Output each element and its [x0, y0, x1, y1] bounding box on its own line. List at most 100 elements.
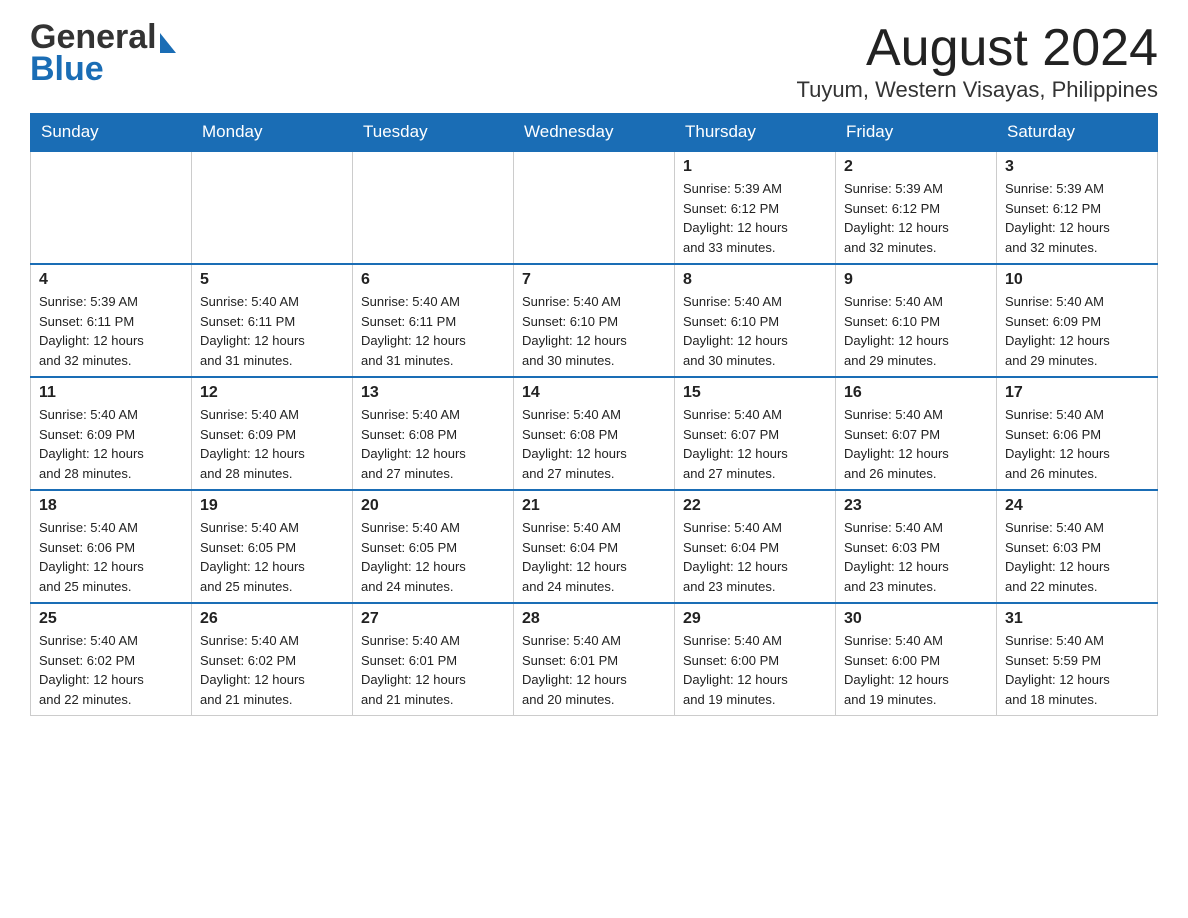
calendar-cell: 30 Sunrise: 5:40 AM Sunset: 6:00 PM Dayli…	[836, 603, 997, 716]
day-number: 18	[39, 497, 183, 515]
day-info: Sunrise: 5:40 AM Sunset: 6:02 PM Dayligh…	[200, 631, 344, 709]
day-number: 19	[200, 497, 344, 515]
day-info: Sunrise: 5:40 AM Sunset: 6:06 PM Dayligh…	[1005, 405, 1149, 483]
logo-arrow-icon	[160, 33, 176, 53]
calendar-cell	[514, 151, 675, 264]
calendar-week-3: 11 Sunrise: 5:40 AM Sunset: 6:09 PM Dayli…	[31, 377, 1158, 490]
day-number: 12	[200, 384, 344, 402]
day-info: Sunrise: 5:40 AM Sunset: 6:09 PM Dayligh…	[39, 405, 183, 483]
day-number: 5	[200, 271, 344, 289]
day-number: 1	[683, 158, 827, 176]
day-info: Sunrise: 5:40 AM Sunset: 6:04 PM Dayligh…	[683, 518, 827, 596]
day-info: Sunrise: 5:40 AM Sunset: 6:07 PM Dayligh…	[844, 405, 988, 483]
day-number: 4	[39, 271, 183, 289]
day-number: 31	[1005, 610, 1149, 628]
day-number: 21	[522, 497, 666, 515]
day-info: Sunrise: 5:40 AM Sunset: 6:05 PM Dayligh…	[200, 518, 344, 596]
calendar-cell: 9 Sunrise: 5:40 AM Sunset: 6:10 PM Daylig…	[836, 264, 997, 377]
weekday-header-row: SundayMondayTuesdayWednesdayThursdayFrid…	[31, 114, 1158, 152]
calendar-cell: 22 Sunrise: 5:40 AM Sunset: 6:04 PM Dayli…	[675, 490, 836, 603]
day-number: 2	[844, 158, 988, 176]
day-info: Sunrise: 5:40 AM Sunset: 6:08 PM Dayligh…	[522, 405, 666, 483]
calendar-week-5: 25 Sunrise: 5:40 AM Sunset: 6:02 PM Dayli…	[31, 603, 1158, 716]
calendar-cell	[31, 151, 192, 264]
day-info: Sunrise: 5:40 AM Sunset: 6:00 PM Dayligh…	[844, 631, 988, 709]
calendar-cell: 17Sunrise: 5:40 AM Sunset: 6:06 PM Dayli…	[997, 377, 1158, 490]
calendar-cell: 3 Sunrise: 5:39 AM Sunset: 6:12 PM Daylig…	[997, 151, 1158, 264]
day-info: Sunrise: 5:40 AM Sunset: 6:03 PM Dayligh…	[1005, 518, 1149, 596]
calendar-cell: 29 Sunrise: 5:40 AM Sunset: 6:00 PM Dayli…	[675, 603, 836, 716]
day-info: Sunrise: 5:40 AM Sunset: 6:08 PM Dayligh…	[361, 405, 505, 483]
day-number: 13	[361, 384, 505, 402]
day-number: 25	[39, 610, 183, 628]
day-number: 15	[683, 384, 827, 402]
location-title: Tuyum, Western Visayas, Philippines	[796, 77, 1158, 103]
calendar-cell: 26 Sunrise: 5:40 AM Sunset: 6:02 PM Dayli…	[192, 603, 353, 716]
day-info: Sunrise: 5:40 AM Sunset: 6:06 PM Dayligh…	[39, 518, 183, 596]
day-number: 30	[844, 610, 988, 628]
calendar-cell: 13 Sunrise: 5:40 AM Sunset: 6:08 PM Dayli…	[353, 377, 514, 490]
day-info: Sunrise: 5:40 AM Sunset: 6:01 PM Dayligh…	[522, 631, 666, 709]
day-number: 29	[683, 610, 827, 628]
calendar-cell: 7Sunrise: 5:40 AM Sunset: 6:10 PM Daylig…	[514, 264, 675, 377]
day-info: Sunrise: 5:40 AM Sunset: 6:01 PM Dayligh…	[361, 631, 505, 709]
day-info: Sunrise: 5:40 AM Sunset: 6:09 PM Dayligh…	[1005, 292, 1149, 370]
day-info: Sunrise: 5:40 AM Sunset: 6:04 PM Dayligh…	[522, 518, 666, 596]
weekday-header-sunday: Sunday	[31, 114, 192, 152]
calendar-cell: 31 Sunrise: 5:40 AM Sunset: 5:59 PM Dayli…	[997, 603, 1158, 716]
calendar-cell: 20Sunrise: 5:40 AM Sunset: 6:05 PM Dayli…	[353, 490, 514, 603]
day-number: 14	[522, 384, 666, 402]
weekday-header-saturday: Saturday	[997, 114, 1158, 152]
day-info: Sunrise: 5:40 AM Sunset: 6:10 PM Dayligh…	[522, 292, 666, 370]
calendar-week-2: 4 Sunrise: 5:39 AM Sunset: 6:11 PM Daylig…	[31, 264, 1158, 377]
weekday-header-monday: Monday	[192, 114, 353, 152]
day-number: 11	[39, 384, 183, 402]
day-info: Sunrise: 5:39 AM Sunset: 6:12 PM Dayligh…	[683, 179, 827, 257]
day-info: Sunrise: 5:40 AM Sunset: 6:02 PM Dayligh…	[39, 631, 183, 709]
calendar-cell: 5 Sunrise: 5:40 AM Sunset: 6:11 PM Daylig…	[192, 264, 353, 377]
calendar-table: SundayMondayTuesdayWednesdayThursdayFrid…	[30, 113, 1158, 716]
calendar-week-1: 1 Sunrise: 5:39 AM Sunset: 6:12 PM Daylig…	[31, 151, 1158, 264]
day-number: 23	[844, 497, 988, 515]
logo: General Blue	[30, 20, 176, 89]
day-info: Sunrise: 5:39 AM Sunset: 6:12 PM Dayligh…	[1005, 179, 1149, 257]
calendar-cell: 6Sunrise: 5:40 AM Sunset: 6:11 PM Daylig…	[353, 264, 514, 377]
day-info: Sunrise: 5:40 AM Sunset: 6:03 PM Dayligh…	[844, 518, 988, 596]
month-title: August 2024	[796, 20, 1158, 77]
calendar-cell	[192, 151, 353, 264]
day-number: 16	[844, 384, 988, 402]
day-info: Sunrise: 5:40 AM Sunset: 6:10 PM Dayligh…	[844, 292, 988, 370]
weekday-header-thursday: Thursday	[675, 114, 836, 152]
calendar-cell: 10Sunrise: 5:40 AM Sunset: 6:09 PM Dayli…	[997, 264, 1158, 377]
day-info: Sunrise: 5:40 AM Sunset: 6:05 PM Dayligh…	[361, 518, 505, 596]
title-block: August 2024 Tuyum, Western Visayas, Phil…	[796, 20, 1158, 103]
calendar-cell: 4 Sunrise: 5:39 AM Sunset: 6:11 PM Daylig…	[31, 264, 192, 377]
calendar-cell: 21 Sunrise: 5:40 AM Sunset: 6:04 PM Dayli…	[514, 490, 675, 603]
calendar-cell: 12Sunrise: 5:40 AM Sunset: 6:09 PM Dayli…	[192, 377, 353, 490]
calendar-cell: 15Sunrise: 5:40 AM Sunset: 6:07 PM Dayli…	[675, 377, 836, 490]
day-number: 8	[683, 271, 827, 289]
calendar-week-4: 18 Sunrise: 5:40 AM Sunset: 6:06 PM Dayli…	[31, 490, 1158, 603]
day-number: 28	[522, 610, 666, 628]
calendar-cell: 14 Sunrise: 5:40 AM Sunset: 6:08 PM Dayli…	[514, 377, 675, 490]
calendar-cell: 18 Sunrise: 5:40 AM Sunset: 6:06 PM Dayli…	[31, 490, 192, 603]
weekday-header-friday: Friday	[836, 114, 997, 152]
day-info: Sunrise: 5:39 AM Sunset: 6:12 PM Dayligh…	[844, 179, 988, 257]
day-number: 3	[1005, 158, 1149, 176]
day-info: Sunrise: 5:40 AM Sunset: 5:59 PM Dayligh…	[1005, 631, 1149, 709]
page-header: General Blue August 2024 Tuyum, Western …	[30, 20, 1158, 103]
calendar-cell	[353, 151, 514, 264]
day-number: 26	[200, 610, 344, 628]
day-info: Sunrise: 5:39 AM Sunset: 6:11 PM Dayligh…	[39, 292, 183, 370]
day-number: 22	[683, 497, 827, 515]
day-info: Sunrise: 5:40 AM Sunset: 6:10 PM Dayligh…	[683, 292, 827, 370]
calendar-cell: 24 Sunrise: 5:40 AM Sunset: 6:03 PM Dayli…	[997, 490, 1158, 603]
day-info: Sunrise: 5:40 AM Sunset: 6:00 PM Dayligh…	[683, 631, 827, 709]
calendar-cell: 2 Sunrise: 5:39 AM Sunset: 6:12 PM Daylig…	[836, 151, 997, 264]
day-info: Sunrise: 5:40 AM Sunset: 6:11 PM Dayligh…	[361, 292, 505, 370]
day-info: Sunrise: 5:40 AM Sunset: 6:11 PM Dayligh…	[200, 292, 344, 370]
calendar-cell: 16 Sunrise: 5:40 AM Sunset: 6:07 PM Dayli…	[836, 377, 997, 490]
day-number: 9	[844, 271, 988, 289]
weekday-header-tuesday: Tuesday	[353, 114, 514, 152]
day-number: 24	[1005, 497, 1149, 515]
